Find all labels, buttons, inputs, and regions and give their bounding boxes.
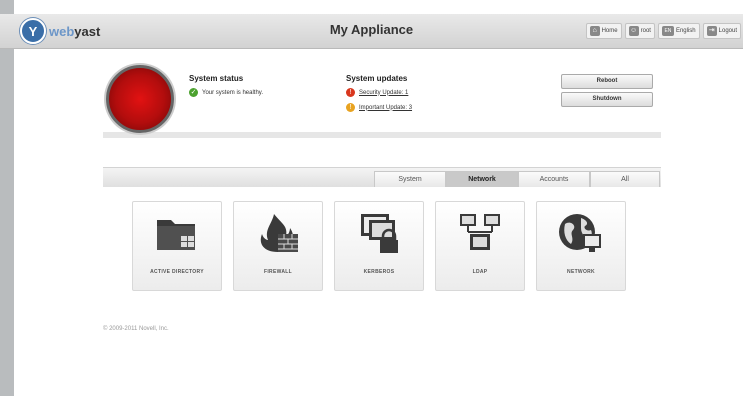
logout-label: Logout [718, 28, 737, 34]
modules-area: ACTIVE DIRECTORY FIREWALL KERBEROS LDAP … [103, 187, 661, 309]
language-icon: EN [661, 26, 674, 36]
firewall-icon [260, 214, 298, 252]
top-nav: ⌂ Home ☺ root EN English ⇥ Logout [585, 23, 741, 39]
window-left-edge [0, 0, 14, 396]
power-buttons: Reboot Shutdown [561, 74, 653, 107]
module-network[interactable]: NETWORK [536, 201, 626, 291]
module-label: NETWORK [567, 269, 595, 275]
tab-bar: System Network Accounts All [103, 167, 661, 189]
user-link[interactable]: ☺ root [624, 23, 655, 39]
security-updates-row[interactable]: ! Security Update: 1 [346, 88, 412, 97]
check-icon: ✓ [189, 88, 198, 97]
important-update-icon: ! [346, 103, 355, 112]
important-updates-row[interactable]: ! Important Update: 3 [346, 103, 412, 112]
status-panel: System status ✓ Your system is healthy. … [103, 62, 661, 138]
system-status-section: System status ✓ Your system is healthy. [189, 74, 263, 103]
top-bar: Y webyast My Appliance ⌂ Home ☺ root EN … [0, 14, 743, 49]
system-updates-title: System updates [346, 74, 408, 83]
tab-accounts[interactable]: Accounts [518, 171, 590, 187]
logout-icon: ⇥ [706, 26, 717, 36]
module-ldap[interactable]: LDAP [435, 201, 525, 291]
home-icon: ⌂ [589, 26, 600, 36]
module-firewall[interactable]: FIREWALL [233, 201, 323, 291]
system-updates-section: System updates ! Security Update: 1 ! Im… [346, 74, 412, 118]
footer-copyright: © 2009-2011 Novell, Inc. [103, 326, 169, 332]
reboot-button[interactable]: Reboot [561, 74, 653, 89]
module-label: KERBEROS [363, 269, 395, 275]
module-kerberos[interactable]: KERBEROS [334, 201, 424, 291]
home-link[interactable]: ⌂ Home [585, 23, 622, 39]
user-label: root [640, 28, 651, 34]
home-label: Home [601, 28, 618, 34]
folder-windows-icon [157, 220, 195, 250]
module-active-directory[interactable]: ACTIVE DIRECTORY [132, 201, 222, 291]
tab-network[interactable]: Network [446, 171, 518, 187]
important-updates-link[interactable]: Important Update: 3 [359, 105, 412, 111]
ldap-network-icon [460, 214, 500, 250]
module-label: ACTIVE DIRECTORY [150, 269, 204, 275]
security-update-icon: ! [346, 88, 355, 97]
tab-system[interactable]: System [374, 171, 446, 187]
language-link[interactable]: EN English [657, 23, 700, 39]
module-label: LDAP [472, 269, 488, 275]
system-status-title: System status [189, 74, 244, 83]
tab-all[interactable]: All [590, 171, 660, 187]
kerberos-lock-icon [361, 214, 398, 253]
globe-network-icon [559, 214, 601, 252]
language-label: English [675, 28, 696, 34]
status-light-icon [106, 65, 174, 133]
shutdown-button[interactable]: Shutdown [561, 92, 653, 107]
logout-link[interactable]: ⇥ Logout [702, 23, 741, 39]
healthy-text: Your system is healthy. [202, 89, 264, 96]
user-icon: ☺ [628, 26, 639, 36]
security-updates-link[interactable]: Security Update: 1 [359, 90, 408, 96]
module-label: FIREWALL [264, 269, 292, 275]
